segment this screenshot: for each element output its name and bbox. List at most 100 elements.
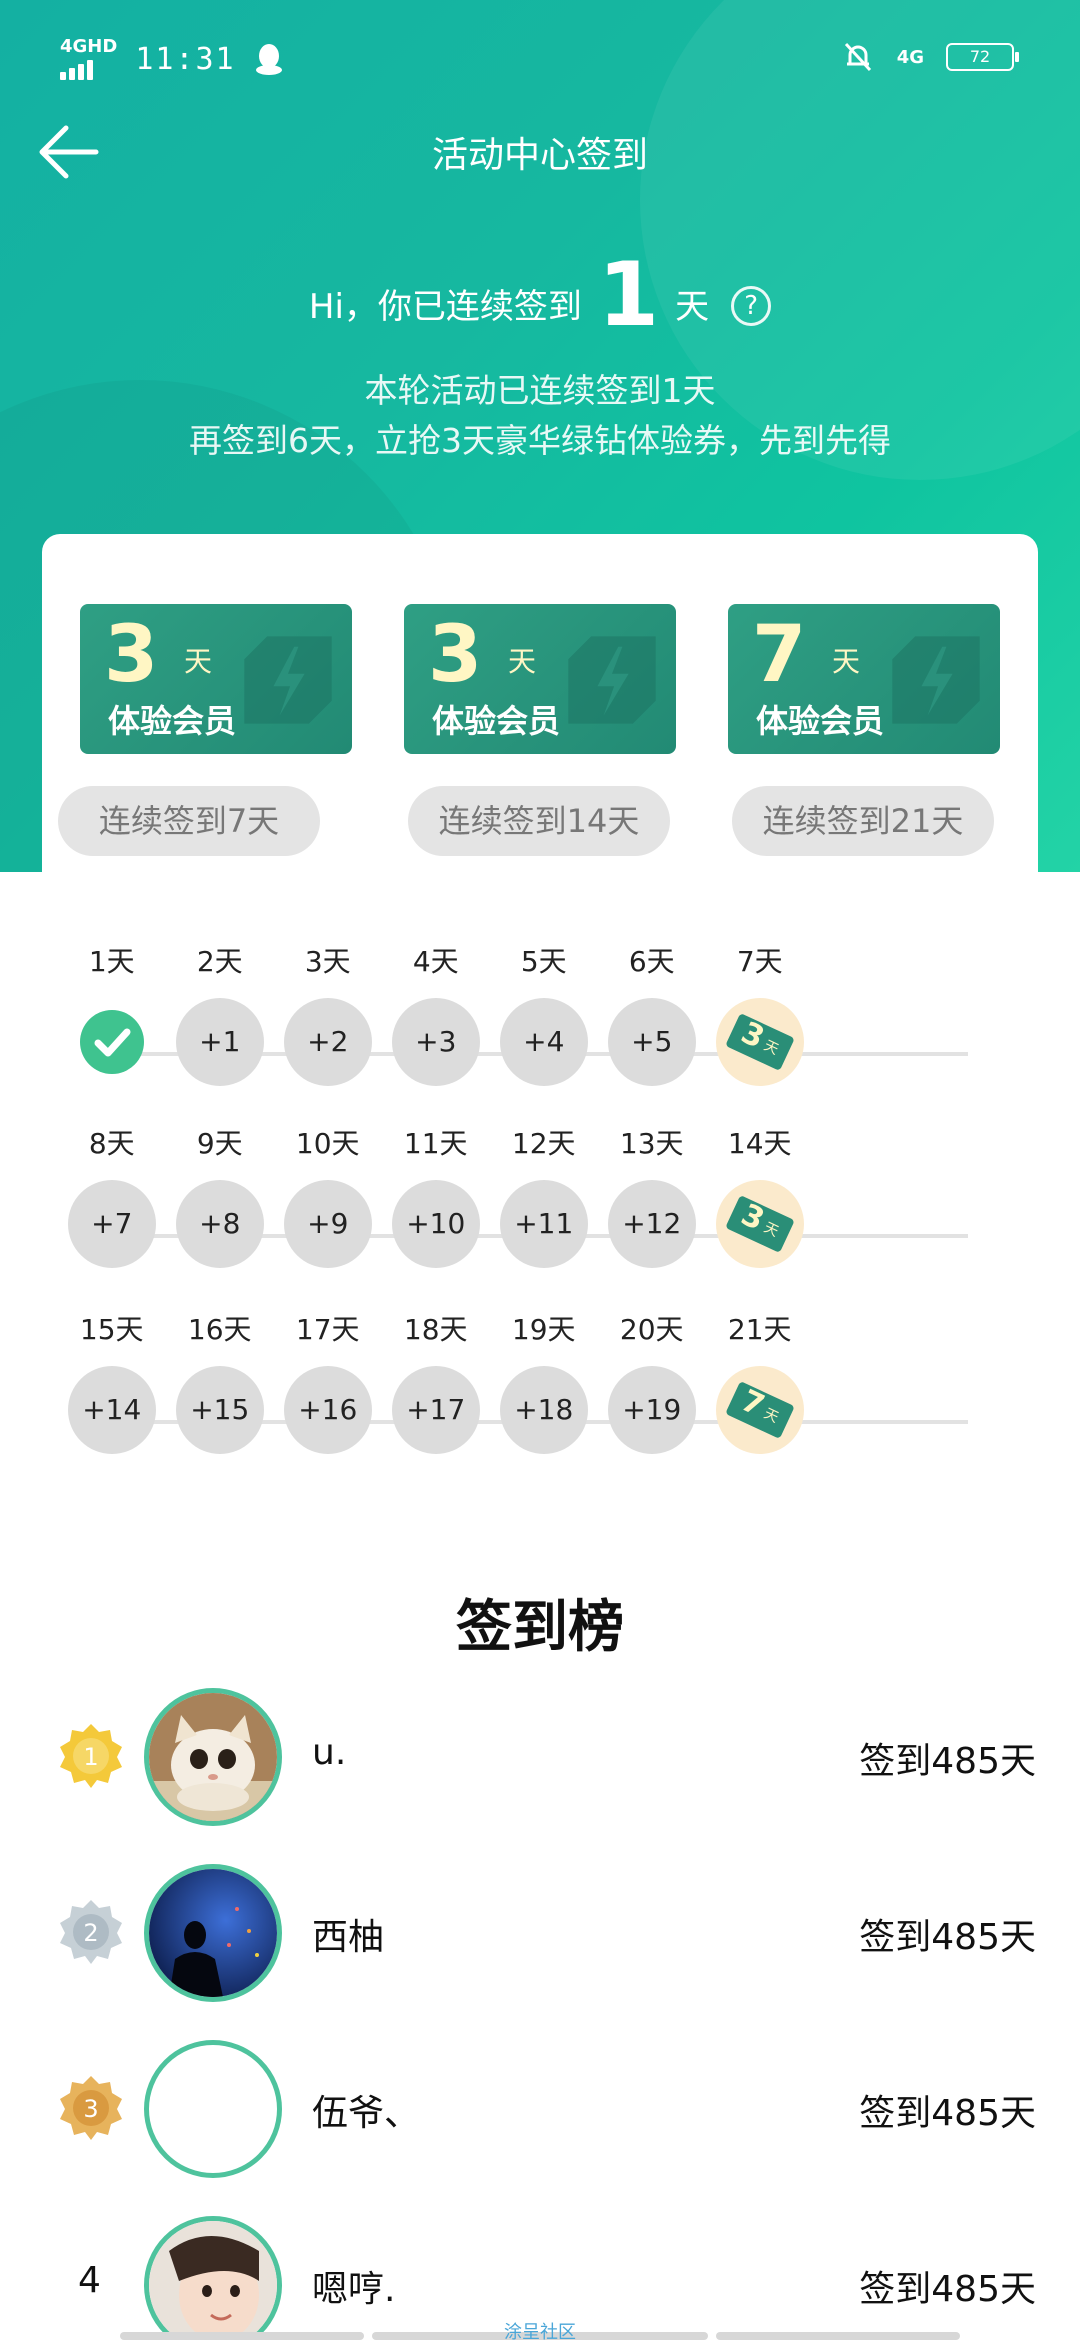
calendar-day[interactable]: 5天 +4 (494, 940, 594, 1086)
day-label: 1天 (88, 945, 135, 978)
day-label: 8天 (88, 1127, 135, 1160)
requirement-pill-7[interactable]: 连续签到7天 (58, 786, 320, 856)
avatar-cat-image (149, 1693, 277, 1821)
reward-voucher-21[interactable]: 7 天 体验会员 (728, 604, 1000, 754)
points-badge: +16 (283, 1366, 372, 1454)
day-label: 11天 (403, 1127, 468, 1160)
status-bar: 4GHD 11:31 4G 72 (0, 0, 1080, 120)
day-label: 19天 (511, 1313, 576, 1346)
mute-bell-icon (844, 42, 871, 72)
points-badge: +10 (391, 1180, 480, 1268)
calendar-day[interactable]: 3天 +2 (278, 940, 378, 1086)
signal-icon (60, 58, 117, 80)
voucher-days: 3 (104, 610, 159, 700)
avatar[interactable] (144, 1864, 282, 2002)
rank-number: 2 (83, 1919, 98, 1947)
rank-number: 4 (78, 2260, 101, 2301)
calendar-day[interactable]: 20天 +19 (602, 1308, 702, 1454)
day-label: 13天 (619, 1127, 684, 1160)
points-badge: +12 (607, 1180, 696, 1268)
calendar-day[interactable]: 10天 +9 (278, 1122, 378, 1268)
calendar-day[interactable]: 12天 +11 (494, 1122, 594, 1268)
calendar-day[interactable]: 21天 7 天 (710, 1308, 810, 1454)
day-label: 7天 (736, 945, 783, 978)
bottom-tab-label[interactable]: 涂呈社区 (0, 2318, 1080, 2340)
help-icon[interactable]: ? (731, 286, 772, 326)
battery-icon: 72 (946, 43, 1019, 71)
reward-voucher-icon: 7天 (715, 1366, 804, 1454)
day-label: 2天 (196, 945, 243, 978)
points-badge: +19 (607, 1366, 696, 1454)
calendar-day[interactable]: 1天 (62, 940, 162, 1074)
calendar-day[interactable]: 18天 +17 (386, 1308, 486, 1454)
voucher-label: 体验会员 (756, 702, 885, 740)
round-progress-text: 本轮活动已连续签到1天 (364, 371, 716, 410)
leaderboard-row[interactable]: 2 西柚 签到485天 (0, 1864, 1080, 2014)
streak-unit: 天 (675, 287, 710, 327)
day-label: 9天 (196, 1127, 243, 1160)
reward-voucher-icon: 3天 (715, 998, 804, 1086)
points-badge: +11 (499, 1180, 588, 1268)
voucher-unit: 天 (832, 645, 861, 678)
user-name: 西柚 (312, 1917, 385, 1958)
day-label: 17天 (295, 1313, 360, 1346)
calendar-day[interactable]: 11天 +10 (386, 1122, 486, 1268)
requirement-pill-14[interactable]: 连续签到14天 (408, 786, 670, 856)
calendar-day[interactable]: 15天 +14 (62, 1308, 162, 1454)
user-name: u. (312, 1732, 347, 1773)
leaderboard-row[interactable]: 1 u. 签到485天 (0, 1688, 1080, 1838)
calendar-day[interactable]: 13天 +12 (602, 1122, 702, 1268)
day-label: 20天 (619, 1313, 684, 1346)
calendar-day[interactable]: 4天 +3 (386, 940, 486, 1086)
day-label: 15天 (79, 1313, 144, 1346)
day-label: 12天 (511, 1127, 576, 1160)
day-label: 3天 (304, 945, 351, 978)
points-badge: +1 (175, 998, 264, 1086)
leaderboard-title: 签到榜 (456, 1595, 624, 1660)
voucher-unit: 天 (508, 645, 537, 678)
day-label: 14天 (727, 1127, 792, 1160)
calendar-row: 15天 +14 16天 +15 17天 +16 18天 +17 19天 +18 20天 +19 21天 7… (0, 1308, 1080, 1454)
voucher-label: 体验会员 (432, 702, 561, 740)
leaderboard-row[interactable]: 3 伍爷、 签到485天 (0, 2040, 1080, 2190)
calendar-row: 1天 2天 +1 3天 +2 4天 +3 5天 +4 6天 +5 7天 3 天 (0, 940, 1080, 1086)
user-name: 伍爷、 (312, 2093, 421, 2134)
rank-number: 3 (83, 2095, 98, 2123)
avatar[interactable] (144, 1688, 282, 1826)
requirement-pill-21[interactable]: 连续签到21天 (732, 786, 994, 856)
calendar-row: 8天 +7 9天 +8 10天 +9 11天 +10 12天 +11 13天 +12 14天 3 天 (0, 1122, 1080, 1268)
rank-number: 1 (83, 1743, 98, 1771)
voucher-days: 3 (428, 610, 483, 700)
qq-icon (255, 44, 282, 75)
calendar-day[interactable]: 17天 +16 (278, 1308, 378, 1454)
reward-voucher-7[interactable]: 3 天 体验会员 (80, 604, 352, 754)
voucher-label: 体验会员 (108, 702, 237, 740)
calendar-day[interactable]: 16天 +15 (170, 1308, 270, 1454)
green-diamond-icon (244, 636, 332, 724)
points-badge: +3 (391, 998, 480, 1086)
network-4g: 4G (896, 46, 924, 68)
calendar-day[interactable]: 9天 +8 (170, 1122, 270, 1268)
calendar-day[interactable]: 7天 3 天 (710, 940, 810, 1086)
avatar[interactable] (144, 2040, 282, 2178)
calendar-day[interactable]: 6天 +5 (602, 940, 702, 1086)
calendar-day[interactable]: 2天 +1 (170, 940, 270, 1086)
calendar-day[interactable]: 8天 +7 (62, 1122, 162, 1268)
bronze-medal-icon: 3 (60, 2076, 122, 2140)
day-label: 18天 (403, 1313, 468, 1346)
check-icon (79, 1010, 144, 1074)
calendar-day[interactable]: 19天 +18 (494, 1308, 594, 1454)
day-label: 4天 (412, 945, 459, 978)
reward-voucher-14[interactable]: 3 天 体验会员 (404, 604, 676, 754)
avatar-silhouette-image (149, 1869, 277, 1997)
streak-summary: Hi，你已连续签到 1 天 ? (0, 250, 1080, 340)
points-badge: +4 (499, 998, 588, 1086)
points-badge: +9 (283, 1180, 372, 1268)
signin-days: 签到485天 (859, 1741, 1036, 1782)
gold-medal-icon: 1 (60, 1724, 122, 1788)
silver-medal-icon: 2 (60, 1900, 122, 1964)
points-badge: +15 (175, 1366, 264, 1454)
points-badge: +2 (283, 998, 372, 1086)
calendar-day[interactable]: 14天 3 天 (710, 1122, 810, 1268)
voucher-unit: 天 (184, 645, 213, 678)
